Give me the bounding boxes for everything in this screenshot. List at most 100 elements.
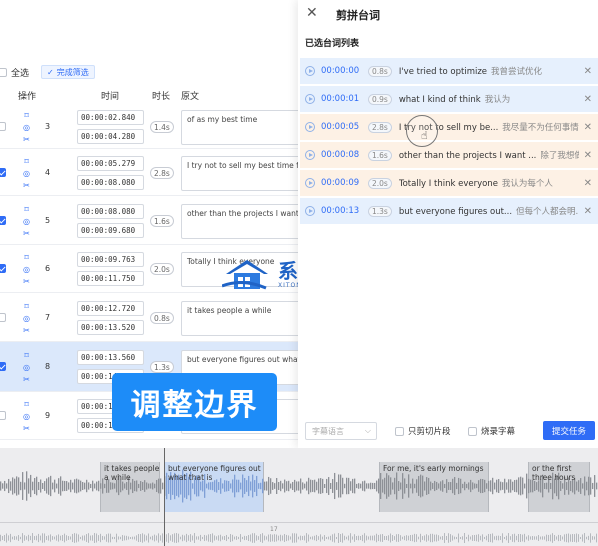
clip-text: what I kind of think 我认为 xyxy=(399,93,510,105)
bookmark-icon[interactable]: ⌑ xyxy=(22,157,31,166)
target-icon[interactable]: ◎ xyxy=(22,265,31,274)
scissors-icon[interactable]: ✂ xyxy=(22,375,31,384)
end-time-input[interactable]: 00:00:09.680 xyxy=(77,223,144,238)
waveform-bar xyxy=(510,479,512,493)
waveform-bar xyxy=(326,536,327,540)
original-text-input[interactable]: I try not to sell my best time fo xyxy=(181,156,311,191)
burn-subtitles-option[interactable]: 烧录字幕 xyxy=(468,425,515,437)
start-time-input[interactable]: 00:00:08.080 xyxy=(77,204,144,219)
play-icon[interactable] xyxy=(305,66,315,76)
original-text-input[interactable]: other than the projects I want xyxy=(181,204,311,239)
clip-item[interactable]: 00:00:00 0.8s I've tried to optimize 我曾尝试优化… xyxy=(300,58,598,84)
waveform-bar xyxy=(22,533,23,543)
bookmark-icon[interactable]: ⌑ xyxy=(22,351,31,360)
start-time-input[interactable]: 00:00:02.840 xyxy=(77,110,144,125)
target-icon[interactable]: ◎ xyxy=(22,169,31,178)
original-text-input[interactable]: it takes people a while xyxy=(181,301,311,336)
waveform-bar xyxy=(96,533,97,543)
row-checkbox[interactable] xyxy=(0,122,6,131)
end-time-input[interactable]: 00:00:04.280 xyxy=(77,129,144,144)
remove-icon[interactable]: ✕ xyxy=(584,66,592,77)
start-time-input[interactable]: 00:00:05.279 xyxy=(77,156,144,171)
select-all-box[interactable] xyxy=(0,67,7,77)
remove-icon[interactable]: ✕ xyxy=(584,94,592,105)
row-checkbox[interactable] xyxy=(0,362,6,371)
waveform-bar xyxy=(228,536,229,540)
end-time-input[interactable]: 00:00:13.520 xyxy=(77,320,144,335)
table-row[interactable]: ⌑ ◎ ✂ 4 00:00:05.279 00:00:08.080 2.8s I try no… xyxy=(0,149,311,196)
bookmark-icon[interactable]: ⌑ xyxy=(22,302,31,311)
remove-icon[interactable]: ✕ xyxy=(584,122,592,133)
row-checkbox[interactable] xyxy=(0,264,6,273)
waveform-bar xyxy=(586,481,588,491)
close-icon[interactable]: ✕ xyxy=(306,5,318,21)
play-icon[interactable] xyxy=(305,94,315,104)
waveform-bar xyxy=(12,536,13,540)
clip-item[interactable]: 00:00:08 1.6s other than the projects I wa… xyxy=(300,142,598,168)
clip-item[interactable]: 00:00:09 2.0s Totally I think everyone 我认为每… xyxy=(300,170,598,196)
clip-item[interactable]: 00:00:05 2.8s I try not to sell my be... 我尽… xyxy=(300,114,598,140)
row-checkbox[interactable] xyxy=(0,411,6,420)
subtitle-language-select[interactable]: 字幕语言 ⌵ xyxy=(305,422,377,440)
only-clips-checkbox[interactable] xyxy=(395,426,404,436)
play-icon[interactable] xyxy=(305,150,315,160)
bookmark-icon[interactable]: ⌑ xyxy=(22,253,31,262)
filter-done-button[interactable]: ✓ 完成筛选 xyxy=(41,65,95,79)
remove-icon[interactable]: ✕ xyxy=(584,206,592,217)
burn-subtitles-checkbox[interactable] xyxy=(468,426,477,436)
row-checkbox[interactable] xyxy=(0,313,6,322)
table-row[interactable]: ⌑ ◎ ✂ 7 00:00:12.720 00:00:13.520 0.8s it takes… xyxy=(0,293,311,342)
scissors-icon[interactable]: ✂ xyxy=(22,135,31,144)
waveform-bar xyxy=(442,480,444,492)
waveform-bar xyxy=(318,478,320,494)
remove-icon[interactable]: ✕ xyxy=(584,178,592,189)
waveform-bar xyxy=(240,534,241,542)
waveform-bar xyxy=(12,477,14,495)
scissors-icon[interactable]: ✂ xyxy=(22,277,31,286)
playhead[interactable] xyxy=(164,448,165,546)
row-checkbox[interactable] xyxy=(0,168,6,177)
end-time-input[interactable]: 00:00:08.080 xyxy=(77,175,144,190)
waveform-bar xyxy=(226,480,228,492)
clip-item[interactable]: 00:00:01 0.9s what I kind of think 我认为 ✕ xyxy=(300,86,598,112)
row-checkbox[interactable] xyxy=(0,216,6,225)
table-row[interactable]: ⌑ ◎ ✂ 5 00:00:08.080 00:00:09.680 1.6s other th… xyxy=(0,196,311,245)
target-icon[interactable]: ◎ xyxy=(22,363,31,372)
target-icon[interactable]: ◎ xyxy=(22,412,31,421)
start-time-input[interactable]: 00:00:13.560 xyxy=(77,350,144,365)
select-all-checkbox[interactable]: 全选 xyxy=(0,66,29,79)
start-time-input[interactable]: 00:00:12.720 xyxy=(77,301,144,316)
waveform-bar xyxy=(584,476,586,496)
bookmark-icon[interactable]: ⌑ xyxy=(22,400,31,409)
bookmark-icon[interactable]: ⌑ xyxy=(22,111,31,120)
waveform-bar xyxy=(390,477,392,495)
play-icon[interactable] xyxy=(305,206,315,216)
table-row[interactable]: ⌑ ◎ ✂ 3 00:00:02.840 00:00:04.280 1.4s of as my… xyxy=(0,104,311,149)
play-icon[interactable] xyxy=(305,122,315,132)
clip-item[interactable]: 00:00:13 1.3s but everyone figures out... 但… xyxy=(300,198,598,224)
submit-task-button[interactable]: 提交任务 xyxy=(543,421,595,440)
end-time-input[interactable]: 00:00:11.750 xyxy=(77,271,144,286)
start-time-input[interactable]: 00:00:09.763 xyxy=(77,252,144,267)
play-icon[interactable] xyxy=(305,178,315,188)
waveform-bar xyxy=(298,536,299,540)
scissors-icon[interactable]: ✂ xyxy=(22,229,31,238)
clip-english: Totally I think everyone xyxy=(398,179,498,189)
target-icon[interactable]: ◎ xyxy=(22,314,31,323)
waveform-bar xyxy=(16,476,18,496)
waveform-bar xyxy=(432,483,434,489)
target-icon[interactable]: ◎ xyxy=(22,217,31,226)
scissors-icon[interactable]: ✂ xyxy=(22,181,31,190)
original-text-input[interactable]: of as my best time xyxy=(181,110,311,145)
bookmark-icon[interactable]: ⌑ xyxy=(22,205,31,214)
duration-badge: 0.8s xyxy=(150,312,174,324)
scissors-icon[interactable]: ✂ xyxy=(22,424,31,433)
waveform-bar xyxy=(470,536,471,540)
target-icon[interactable]: ◎ xyxy=(22,123,31,132)
only-clips-option[interactable]: 只剪切片段 xyxy=(395,425,451,437)
waveform-bar xyxy=(572,533,573,543)
remove-icon[interactable]: ✕ xyxy=(584,150,592,161)
audio-timeline[interactable]: 17 it takes people a while but everyone f… xyxy=(0,448,598,546)
scissors-icon[interactable]: ✂ xyxy=(22,326,31,335)
waveform-bar xyxy=(146,535,147,541)
